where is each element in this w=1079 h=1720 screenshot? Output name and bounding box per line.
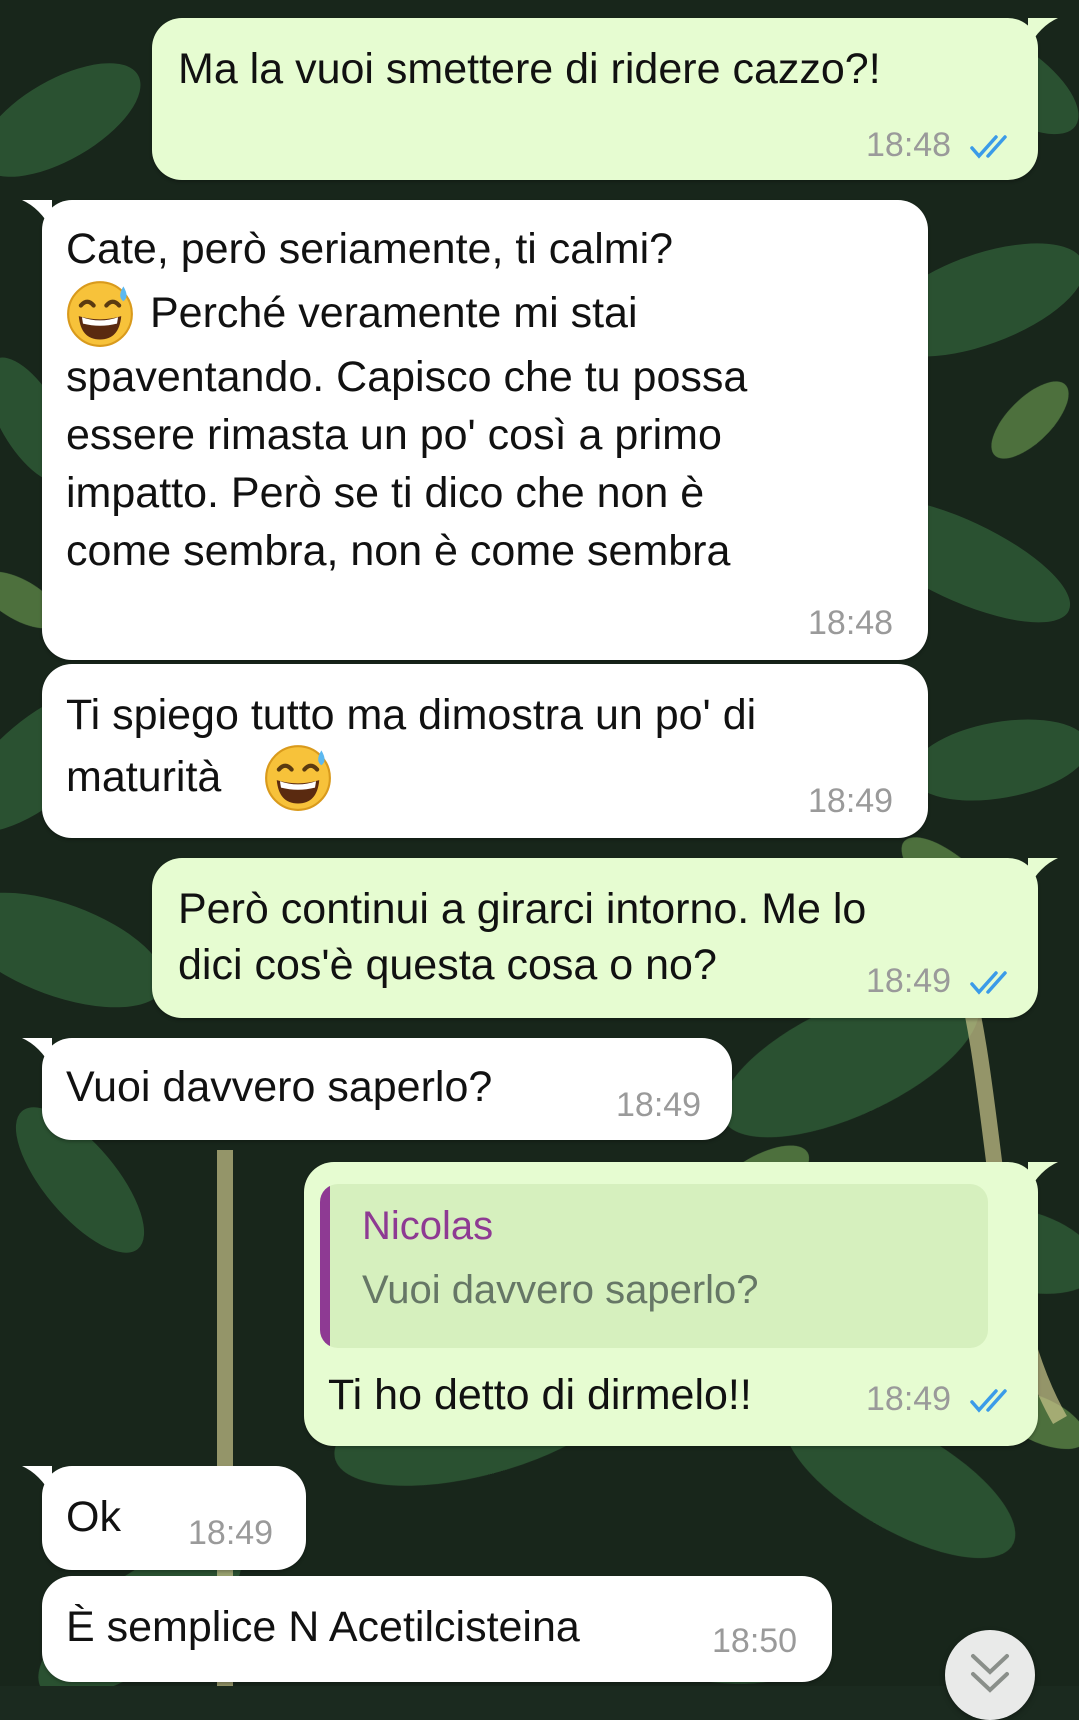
message-text: come sembra, non è come sembra bbox=[66, 527, 731, 575]
scroll-to-bottom-button[interactable] bbox=[945, 1630, 1035, 1720]
message-timestamp: 18:48 bbox=[808, 604, 894, 642]
message-text: dici cos'è questa cosa o no? bbox=[178, 941, 717, 989]
double-chevron-down-icon bbox=[971, 1654, 1009, 1693]
quote-accent-bar bbox=[320, 1184, 330, 1348]
message-timestamp: 18:49 bbox=[866, 962, 952, 1000]
message-timestamp: 18:48 bbox=[866, 126, 952, 164]
message-text: Però continui a girarci intorno. Me lo bbox=[178, 885, 867, 933]
message-timestamp: 18:49 bbox=[866, 1380, 952, 1418]
bubble-tail bbox=[22, 200, 52, 230]
message-text: Vuoi davvero saperlo? bbox=[66, 1063, 493, 1111]
chat-message-list[interactable]: Ma la vuoi smettere di ridere cazzo?! 18:… bbox=[0, 0, 1079, 1686]
read-receipt-icon bbox=[970, 1389, 1007, 1413]
grinning-face-with-sweat-icon bbox=[67, 281, 133, 347]
message-text: spaventando. Capisco che tu possa bbox=[66, 353, 748, 401]
message-text: maturità bbox=[66, 753, 222, 801]
message-timestamp: 18:50 bbox=[712, 1622, 798, 1660]
message-text: Ma la vuoi smettere di ridere cazzo?! bbox=[178, 45, 881, 93]
bubble-tail bbox=[1028, 18, 1058, 48]
read-receipt-icon bbox=[970, 135, 1007, 159]
bubble-tail bbox=[1028, 1162, 1058, 1192]
quoted-message[interactable]: Nicolas Vuoi davvero saperlo? bbox=[320, 1184, 988, 1348]
message-text: Ok bbox=[66, 1493, 121, 1541]
message-text: Perché veramente mi stai bbox=[150, 289, 638, 337]
grinning-face-with-sweat-icon bbox=[265, 745, 331, 811]
message-text: Ti spiego tutto ma dimostra un po' di bbox=[66, 691, 757, 739]
quote-author: Nicolas bbox=[362, 1204, 494, 1248]
message-text: impatto. Però se ti dico che non è bbox=[66, 469, 705, 517]
quote-text: Vuoi davvero saperlo? bbox=[362, 1268, 759, 1312]
message-timestamp: 18:49 bbox=[616, 1086, 702, 1124]
message-text: essere rimasta un po' così a primo bbox=[66, 411, 722, 459]
message-timestamp: 18:49 bbox=[188, 1514, 274, 1552]
message-text: È semplice N Acetilcisteina bbox=[66, 1603, 580, 1651]
bubble-tail bbox=[22, 1038, 52, 1068]
bubble-tail bbox=[22, 1466, 52, 1496]
message-text: Cate, però seriamente, ti calmi? bbox=[66, 225, 674, 273]
message-text: Ti ho detto di dirmelo!! bbox=[328, 1371, 752, 1419]
bubble-tail bbox=[1028, 858, 1058, 888]
message-timestamp: 18:49 bbox=[808, 782, 894, 820]
read-receipt-icon bbox=[970, 971, 1007, 995]
